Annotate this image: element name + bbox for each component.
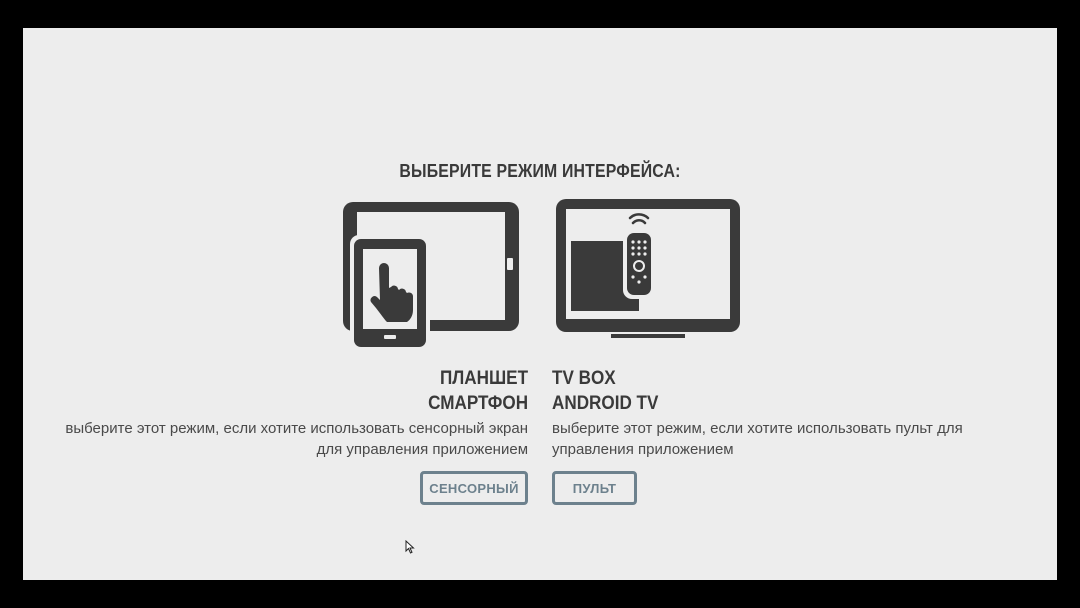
mode-name-line: ANDROID TV (552, 393, 659, 414)
description-line: выберите этот режим, если хотите использ… (65, 420, 528, 437)
tv-remote-icon (553, 196, 743, 342)
tablet-touch-icon (339, 198, 525, 350)
touch-mode-button[interactable]: СЕНСОРНЫЙ (420, 471, 528, 505)
mode-name-line: TV BOX (552, 368, 616, 389)
description-line: для управления приложением (316, 441, 528, 458)
mode-description-tv: выберите этот режим, если хотите использ… (552, 418, 1022, 460)
mode-name-line: СМАРТФОН (428, 393, 528, 414)
mode-name-tablet: ПЛАНШЕТ СМАРТФОН (428, 366, 528, 416)
description-line: управления приложением (552, 441, 734, 458)
mode-description-tablet: выберите этот режим, если хотите использ… (58, 418, 528, 460)
page-title: ВЫБЕРИТЕ РЕЖИМ ИНТЕРФЕЙСА: (399, 161, 681, 181)
mouse-cursor-icon (405, 539, 415, 559)
app-screen: ВЫБЕРИТЕ РЕЖИМ ИНТЕРФЕЙСА: ПЛАНШЕТ СМАРТ… (23, 28, 1057, 580)
mode-name-line: ПЛАНШЕТ (439, 368, 528, 389)
remote-mode-button[interactable]: ПУЛЬТ (552, 471, 637, 505)
description-line: выберите этот режим, если хотите использ… (552, 420, 963, 437)
mode-name-tv: TV BOX ANDROID TV (552, 366, 658, 416)
